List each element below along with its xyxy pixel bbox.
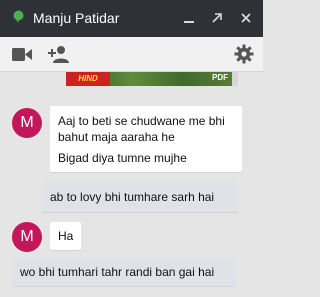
minimize-icon [184, 21, 194, 23]
chat-bubble-icon [13, 10, 24, 23]
chat-window-titlebar[interactable]: Manju Patidar [0, 0, 263, 37]
incoming-message-bubble: Ha [50, 222, 82, 250]
close-button[interactable] [237, 9, 255, 27]
banner-corner-text: PDF [212, 73, 228, 82]
chat-contact-name: Manju Patidar [33, 10, 120, 26]
message-text: Bigad diya tumne mujhe [58, 151, 187, 165]
avatar[interactable]: M [12, 108, 42, 138]
message-text: Ha [58, 229, 74, 243]
chat-toolbar [0, 37, 263, 72]
popout-arrow-icon [212, 13, 222, 23]
shared-image-thumbnail[interactable]: HIND PDF [66, 72, 232, 86]
outgoing-message-bubble: ab to lovy bhi tumhare sarh hai [42, 182, 238, 212]
add-person-icon[interactable] [48, 45, 70, 63]
close-icon [241, 13, 251, 23]
message-text: Aaj to beti se chudwane me bhi bahut maj… [58, 114, 225, 144]
scrollbar-thumb[interactable] [232, 72, 238, 86]
outgoing-message-bubble: wo bhi tumhari tahr randi ban gai hai [12, 258, 236, 286]
minimize-button[interactable] [180, 9, 198, 27]
video-call-icon[interactable] [12, 48, 32, 61]
avatar[interactable]: M [12, 222, 42, 252]
avatar-letter: M [20, 114, 34, 131]
message-text: wo bhi tumhari tahr randi ban gai hai [20, 265, 215, 279]
chat-message-area[interactable]: HIND PDF M Aaj to beti se chudwane me bh… [0, 72, 263, 297]
message-text: ab to lovy bhi tumhare sarh hai [50, 190, 215, 204]
popout-button[interactable] [208, 9, 226, 27]
settings-gear-icon[interactable] [234, 44, 254, 64]
avatar-letter: M [20, 228, 34, 245]
banner-logo-text: HIND [66, 72, 110, 86]
incoming-message-bubble: Aaj to beti se chudwane me bhi bahut maj… [50, 106, 242, 172]
